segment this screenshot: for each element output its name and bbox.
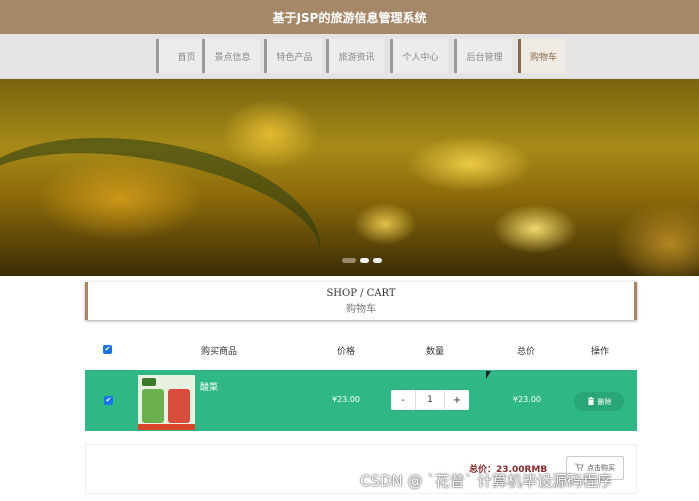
- delete-button[interactable]: 删除: [574, 392, 624, 411]
- cart-table-row: ✔ 酸菜 ¥23.00 - 1 + ¥23.00 删除: [85, 370, 637, 431]
- trash-icon: [587, 396, 595, 407]
- column-header-quantity: 数量: [425, 347, 445, 357]
- column-header-product: 购买商品: [200, 347, 238, 357]
- row-total-price: ¥23.00: [513, 395, 541, 404]
- csdn-watermark: CSDN @ `花昔` 计算机毕设源码程序: [360, 472, 613, 490]
- quantity-increment-button[interactable]: +: [445, 390, 469, 410]
- nav-item-cart[interactable]: 购物车: [518, 39, 566, 73]
- product-name[interactable]: 酸菜: [200, 380, 218, 393]
- brand-logo-icon: [142, 378, 156, 386]
- quantity-stepper: - 1 +: [391, 390, 469, 410]
- checkmark-icon: ✔: [105, 396, 112, 404]
- product-thumbnail[interactable]: [138, 375, 195, 430]
- nav-item-special-products[interactable]: 特色产品: [264, 39, 322, 73]
- site-title: 基于JSP的旅游信息管理系统: [272, 10, 427, 25]
- select-all-checkbox[interactable]: ✔: [103, 345, 112, 354]
- section-title-zh: 购物车: [346, 304, 376, 315]
- column-header-price: 价格: [336, 347, 356, 357]
- section-title-en: SHOP / CART: [326, 288, 396, 299]
- nav-item-personal-center[interactable]: 个人中心: [390, 39, 448, 73]
- column-header-actions: 操作: [590, 347, 610, 357]
- nav-item-scenic-spots[interactable]: 景点信息: [202, 39, 260, 73]
- carousel-indicators: [342, 258, 382, 263]
- site-header: 基于JSP的旅游信息管理系统: [0, 0, 699, 34]
- carousel-dot[interactable]: [342, 258, 356, 263]
- product-price: ¥23.00: [332, 395, 360, 404]
- product-banner-strip: [138, 424, 195, 430]
- product-package-image: [142, 389, 164, 423]
- row-select-checkbox[interactable]: ✔: [104, 396, 113, 405]
- section-title-box: SHOP / CART 购物车: [85, 282, 637, 320]
- main-nav: 首页 景点信息 特色产品 旅游资讯 个人中心 后台管理 购物车: [0, 34, 699, 79]
- column-header-total: 总价: [516, 347, 536, 357]
- cart-table-header: ✔ 购买商品 价格 数量 总价 操作: [85, 340, 637, 360]
- nav-item-admin[interactable]: 后台管理: [454, 39, 512, 73]
- nav-item-travel-news[interactable]: 旅游资讯: [326, 39, 384, 73]
- checkmark-icon: ✔: [104, 345, 111, 353]
- quantity-input[interactable]: 1: [415, 390, 445, 410]
- carousel-dot[interactable]: [360, 258, 369, 263]
- hero-banner-image: [0, 79, 699, 276]
- carousel-dot[interactable]: [373, 258, 382, 263]
- mouse-cursor-icon: [486, 371, 491, 379]
- quantity-decrement-button[interactable]: -: [391, 390, 415, 410]
- product-package-image: [168, 389, 190, 423]
- delete-label: 删除: [597, 397, 612, 406]
- banner-leaf-decoration: [0, 98, 337, 276]
